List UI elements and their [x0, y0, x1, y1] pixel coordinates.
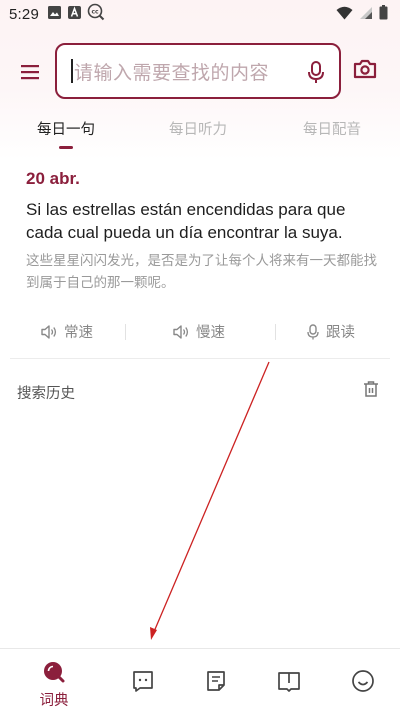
image-icon: [47, 5, 62, 24]
menu-icon: [21, 65, 39, 80]
clear-history-button[interactable]: [362, 380, 382, 400]
nav-dictionary[interactable]: 词典: [24, 649, 84, 711]
tab-daily-sentence[interactable]: 每日一句: [37, 118, 95, 139]
read-along-label: 跟读: [326, 325, 355, 341]
sentence-audio-controls: 常速 慢速 跟读: [10, 316, 390, 348]
speaker-icon: [41, 324, 57, 339]
daily-sentence-translation: 这些星星闪闪发光，是否是为了让每个人将来有一天都能找到属于自己的那一颗呢。: [26, 253, 377, 291]
book-icon: [276, 668, 302, 694]
status-time: 5:29: [9, 5, 39, 23]
divider: [275, 324, 276, 340]
daily-tabs: 每日一句 每日听力 每日配音: [0, 118, 400, 154]
card-divider: [10, 358, 390, 359]
cc-icon: cc: [87, 3, 105, 25]
a-letter-icon: [67, 5, 82, 24]
search-history-title: 搜索历史: [17, 386, 75, 402]
tab-daily-dubbing[interactable]: 每日配音: [303, 118, 361, 139]
mic-icon: [308, 61, 324, 83]
menu-button[interactable]: [16, 58, 44, 86]
search-icon: [41, 659, 67, 685]
active-tab-indicator: [59, 146, 73, 149]
daily-sentence-text: Si las estrellas están encendidas para q…: [26, 200, 346, 242]
smile-icon: [350, 668, 376, 694]
chat-icon: [130, 668, 156, 694]
battery-icon: [379, 4, 388, 24]
slow-speed-button[interactable]: 慢速: [172, 321, 225, 342]
camera-icon: [353, 59, 377, 79]
notes-icon: [203, 668, 229, 694]
nav-dictionary-label: 词典: [39, 693, 69, 709]
sentence-date: 20 abr.: [26, 169, 80, 188]
tab-daily-listening[interactable]: 每日听力: [169, 118, 227, 139]
signal-icon: [359, 5, 373, 24]
mic-icon: [307, 323, 319, 339]
normal-speed-button[interactable]: 常速: [40, 321, 93, 342]
text-cursor: [71, 59, 73, 83]
read-along-button[interactable]: 跟读: [306, 321, 355, 342]
search-input-placeholder[interactable]: 请输入需要查找的内容: [74, 58, 269, 85]
normal-speed-label: 常速: [64, 325, 93, 341]
status-bar: 5:29 cc: [0, 0, 400, 28]
bottom-navigation: 词典: [0, 648, 400, 711]
divider: [125, 324, 126, 340]
nav-profile[interactable]: [333, 649, 393, 711]
voice-search-button[interactable]: [305, 60, 327, 84]
nav-book[interactable]: [259, 649, 319, 711]
nav-chat[interactable]: [113, 649, 173, 711]
camera-search-button[interactable]: [353, 58, 379, 84]
trash-icon: [364, 381, 378, 397]
search-box[interactable]: 请输入需要查找的内容: [55, 43, 341, 99]
speaker-icon: [173, 324, 189, 339]
svg-text:cc: cc: [91, 9, 99, 16]
wifi-icon: [336, 5, 353, 24]
slow-speed-label: 慢速: [196, 325, 225, 341]
nav-notes[interactable]: [186, 649, 246, 711]
